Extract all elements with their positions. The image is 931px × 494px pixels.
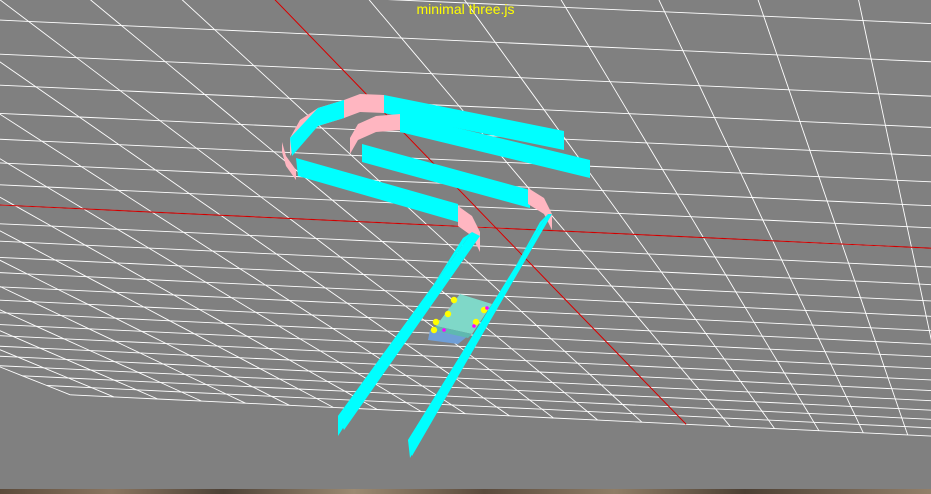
- vehicle-wheel: [444, 310, 452, 318]
- vehicle-wheel: [432, 318, 440, 326]
- bottom-image-strip: [0, 489, 931, 494]
- grid-line: [757, 0, 909, 436]
- scene-canvas[interactable]: [0, 0, 931, 494]
- threejs-viewport[interactable]: minimal three.js: [0, 0, 931, 494]
- grid-line: [89, 0, 598, 421]
- grid-line: [0, 349, 115, 398]
- grid-line: [658, 0, 864, 433]
- grid-line: [560, 0, 820, 431]
- wall-straight: [318, 100, 344, 126]
- grid-line: [0, 196, 378, 410]
- grid-line: [0, 286, 246, 404]
- grid-line: [0, 230, 334, 408]
- track-walls: [282, 94, 590, 458]
- wall-curve: [344, 94, 384, 118]
- vehicle-marker: [442, 328, 446, 332]
- vehicle-marker: [485, 306, 489, 310]
- grid-line: [0, 355, 931, 402]
- vehicle: [428, 294, 492, 344]
- vehicle-wheel: [430, 326, 438, 334]
- page-title: minimal three.js: [416, 1, 515, 17]
- grid-line: [0, 53, 931, 97]
- vehicle-wheel: [450, 296, 458, 304]
- vehicle-marker: [472, 324, 476, 328]
- grid-line: [925, 0, 931, 439]
- grid-line: [858, 0, 931, 341]
- grid-line: [0, 158, 422, 412]
- grid-line: [22, 375, 931, 420]
